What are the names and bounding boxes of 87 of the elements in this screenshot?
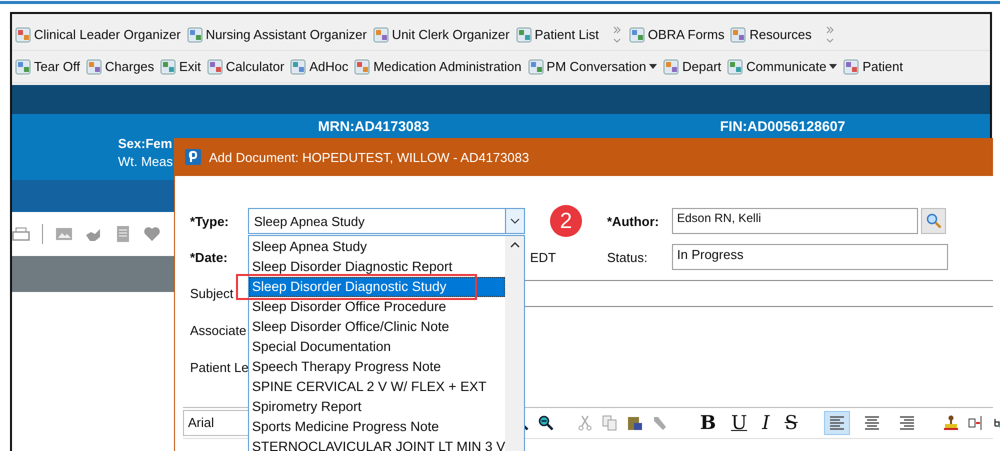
tile-icon: [15, 26, 31, 42]
toolbar-button[interactable]: Exit: [160, 58, 201, 74]
tile-icon: [727, 58, 744, 74]
date-label: *Date:: [190, 250, 229, 264]
author-field[interactable]: Edson RN, Kelli: [672, 208, 918, 234]
toolbar-button[interactable]: PM Conversation: [528, 58, 658, 74]
zoom-out-icon[interactable]: [538, 415, 554, 431]
dialog-title: Add Document: HOPEDUTEST, WILLOW - AD4173083: [209, 150, 530, 164]
toolbar-button[interactable]: Depart: [663, 58, 722, 74]
dropdown-option[interactable]: SPINE CERVICAL 2 V W/ FLEX + EXT: [249, 377, 506, 397]
scroll-up-icon[interactable]: [510, 242, 520, 248]
align-button[interactable]: [824, 411, 850, 435]
align-icon: [864, 416, 880, 430]
heart-icon[interactable]: [143, 226, 161, 242]
scrollbar[interactable]: [505, 236, 524, 451]
tile-icon: [86, 58, 102, 74]
cut-icon[interactable]: [577, 415, 593, 431]
brush-icon[interactable]: [652, 415, 668, 431]
dropdown-option[interactable]: Sleep Disorder Diagnostic Report: [249, 257, 506, 277]
toolbar-button[interactable]: Patient List: [516, 26, 599, 42]
dropdown-option[interactable]: Special Documentation: [249, 337, 506, 357]
toolbar-button[interactable]: AdHoc: [290, 58, 348, 74]
dropdown-option[interactable]: Spirometry Report: [249, 397, 506, 417]
tile-icon: [206, 58, 223, 74]
stamp-icon[interactable]: [942, 415, 959, 431]
app-logo-icon: [185, 149, 201, 165]
fin-text: FIN:AD0056128607: [720, 118, 846, 134]
chevron-icon[interactable]: [826, 24, 834, 44]
subject-label: Subject: [190, 286, 234, 301]
tile-icon: [843, 58, 860, 74]
dropdown-option[interactable]: Speech Therapy Progress Note: [249, 357, 506, 377]
search-icon: [926, 213, 942, 229]
toolbar-button[interactable]: Resources: [730, 26, 812, 42]
type-dropdown[interactable]: Sleep Apnea Study: [248, 208, 525, 234]
tile-icon: [663, 58, 680, 74]
format-button[interactable]: U: [728, 412, 750, 434]
tile-icon: [628, 26, 645, 42]
patient-weight: Wt. Meas: [118, 154, 173, 169]
associate-label: Associate: [190, 322, 248, 338]
tile-icon: [290, 58, 306, 74]
mrn-text: MRN:AD4173083: [318, 118, 430, 134]
tile-icon: [15, 58, 31, 74]
paste-icon[interactable]: [627, 415, 643, 431]
tile-icon: [516, 26, 532, 42]
dropdown-option[interactable]: Sports Medicine Progress Note: [249, 417, 506, 437]
toolbar-button[interactable]: Patient: [843, 58, 903, 74]
toolbar-button[interactable]: Charges: [86, 58, 154, 74]
dropdown-option[interactable]: Sleep Apnea Study: [249, 237, 506, 257]
toolbar-button[interactable]: Clinical Leader Organizer: [15, 26, 181, 42]
tile-icon: [354, 58, 370, 74]
columns-icon[interactable]: [968, 415, 984, 431]
toolbar-button[interactable]: OBRA Forms: [628, 26, 724, 42]
align-icon: [828, 416, 845, 430]
tile-icon: [160, 58, 176, 74]
step-badge: 2: [550, 205, 582, 237]
timezone-text: EDT: [530, 250, 557, 264]
dropdown-option[interactable]: Sleep Disorder Office/Clinic Note: [249, 317, 506, 337]
tile-icon: [186, 26, 203, 42]
tile-icon: [730, 26, 746, 42]
search-button[interactable]: [921, 208, 946, 234]
dropdown-option[interactable]: Sleep Disorder Diagnostic Study: [249, 277, 506, 297]
toolbar-button[interactable]: Communicate: [727, 58, 838, 74]
tile-icon: [528, 58, 544, 74]
toolbar-button[interactable]: Tear Off: [15, 58, 80, 74]
image-icon[interactable]: [55, 227, 73, 241]
document-icon[interactable]: [115, 225, 131, 243]
patient-label: Patient Le: [190, 360, 248, 374]
chevron-icon[interactable]: [612, 24, 621, 44]
status-field[interactable]: In Progress: [672, 244, 948, 270]
toolbar-button[interactable]: Nursing Assistant Organizer: [186, 26, 367, 42]
align-icon: [898, 416, 915, 430]
copy-icon[interactable]: [602, 415, 618, 431]
chevron-down-icon: [510, 218, 520, 224]
format-button[interactable]: B: [697, 412, 720, 434]
format-button[interactable]: S: [782, 412, 801, 434]
format-button[interactable]: I: [759, 412, 773, 434]
status-label: Status:: [607, 250, 648, 264]
toolbar-button[interactable]: Medication Administration: [354, 58, 522, 74]
patient-sex: Sex:Fem: [118, 136, 172, 151]
author-label: *Author:: [607, 214, 660, 228]
type-label: *Type:: [190, 214, 230, 228]
tile-icon: [372, 26, 389, 42]
toolbar-button[interactable]: Unit Clerk Organizer: [372, 26, 510, 42]
printer-icon[interactable]: [12, 227, 30, 241]
dropdown-option[interactable]: Sleep Disorder Office Procedure: [249, 297, 506, 317]
toolbar-button[interactable]: Calculator: [206, 58, 284, 74]
dropdown-option[interactable]: STERNOCLAVICULAR JOINT LT MIN 3 V: [249, 437, 506, 451]
